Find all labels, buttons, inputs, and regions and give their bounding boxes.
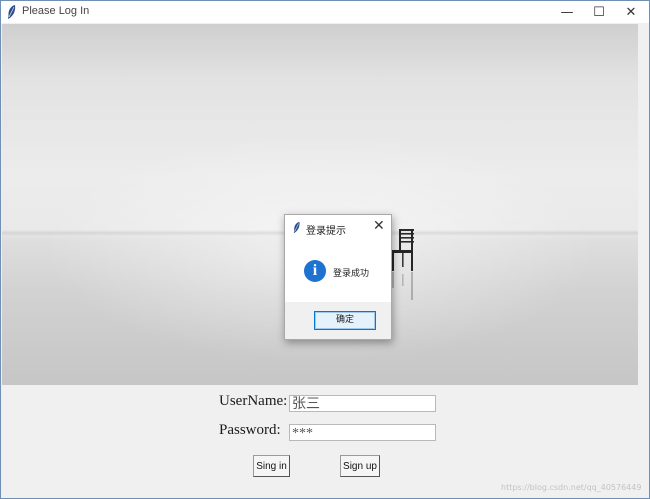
login-success-dialog: 登录提示 ✕ i 登录成功 确定: [284, 214, 392, 340]
maximize-button[interactable]: ☐: [583, 1, 615, 23]
dialog-footer: 确定: [285, 302, 391, 339]
maximize-icon: ☐: [593, 4, 605, 20]
sign-up-button[interactable]: Sign up: [340, 455, 380, 477]
dialog-close-icon[interactable]: ✕: [373, 219, 385, 233]
username-label: UserName:: [219, 393, 288, 409]
password-input[interactable]: ***: [289, 424, 436, 441]
close-icon: ✕: [625, 4, 637, 20]
ok-button[interactable]: 确定: [314, 311, 376, 330]
title-bar[interactable]: Please Log In — ☐ ✕: [1, 1, 649, 23]
password-label: Password:: [219, 422, 281, 438]
login-window: Please Log In — ☐ ✕ 登录提示 ✕ i 登录成功 确定 Use…: [0, 0, 650, 499]
feather-icon: [293, 221, 300, 234]
dialog-message: 登录成功: [333, 269, 370, 279]
window-title: Please Log In: [22, 5, 90, 17]
close-button[interactable]: ✕: [615, 1, 647, 23]
dialog-title: 登录提示: [306, 226, 346, 237]
chair-reflection: [392, 272, 413, 300]
feather-icon: [8, 5, 16, 19]
info-icon: i: [304, 260, 326, 282]
chair-image: [391, 229, 414, 271]
sign-in-button[interactable]: Sing in: [253, 455, 290, 477]
watermark: https://blog.csdn.net/qq_40576449: [501, 483, 642, 492]
minimize-button[interactable]: —: [551, 1, 583, 23]
username-input[interactable]: 张三: [289, 395, 436, 412]
minimize-icon: —: [560, 4, 574, 20]
